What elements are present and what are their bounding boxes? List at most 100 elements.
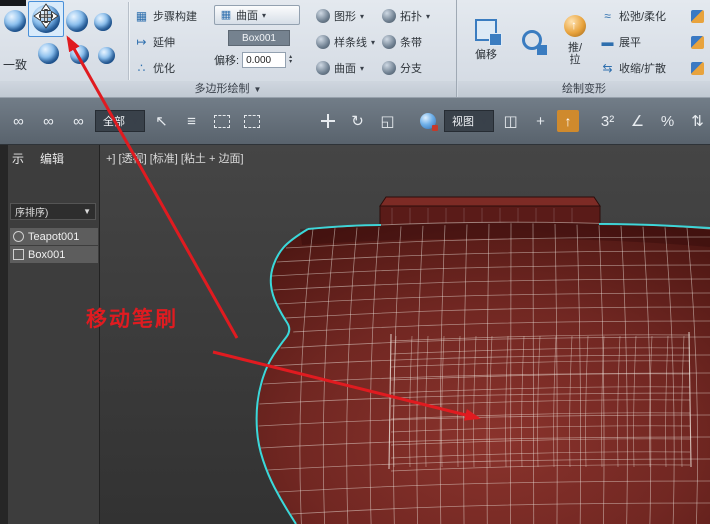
ribbon-freeform-tab: 一致 ▦ 步骤构建 ↦ 延伸 ∴ 优化 ▦ 曲面 ▾ Box001 偏移: 0.… bbox=[0, 0, 710, 98]
extend-button[interactable]: ↦ 延伸 bbox=[134, 31, 216, 53]
move-icon bbox=[320, 113, 336, 129]
teapot-object-icon bbox=[13, 231, 24, 242]
snap-toggle-3d-button[interactable]: 3² bbox=[594, 108, 621, 135]
pinch-spread-icon: ⇆ bbox=[602, 60, 613, 75]
step-build-label: 步骤构建 bbox=[153, 11, 197, 23]
paint-deform-panel: 偏移 推/ 拉 ≈ 松弛/柔化 ▬ 展平 bbox=[458, 0, 710, 97]
crossing-region-icon bbox=[243, 114, 260, 128]
surface-icon: ▦ bbox=[220, 8, 232, 21]
pinch-spread-button[interactable]: ⇆ 收缩/扩散 bbox=[600, 57, 704, 79]
topology-button[interactable]: 拓扑 ▾ bbox=[382, 5, 454, 27]
left-edge-bar bbox=[0, 145, 8, 524]
manipulate-icon bbox=[419, 113, 438, 131]
step-build-button[interactable]: ▦ 步骤构建 bbox=[134, 5, 216, 27]
conform-brush-icon[interactable] bbox=[94, 13, 112, 31]
surface-object-field[interactable]: Box001 bbox=[228, 30, 290, 46]
extend-icon: ↦ bbox=[136, 34, 147, 49]
rectangular-selection-button[interactable] bbox=[208, 108, 235, 135]
select-by-name-button[interactable]: ≡ bbox=[178, 108, 205, 135]
pivot-center-icon: ◫ bbox=[503, 113, 518, 130]
push-pull-icon bbox=[564, 14, 586, 37]
chevron-down-icon: ▾ bbox=[482, 116, 487, 126]
display-menu[interactable]: 示 bbox=[12, 150, 24, 167]
space-warp-icon: ∞ bbox=[73, 112, 84, 130]
shapes-icon bbox=[316, 9, 330, 23]
select-and-scale-button[interactable]: ◱ bbox=[374, 108, 401, 135]
angle-snap-button[interactable]: ∠ bbox=[624, 108, 651, 135]
relax-button[interactable]: ≈ 松弛/柔化 bbox=[600, 5, 704, 27]
reference-coordinate-combo[interactable]: 视图 ▾ bbox=[444, 110, 495, 132]
viewport-label[interactable]: +] [透视] [标准] [粘土 + 边面] bbox=[106, 150, 244, 166]
select-and-manipulate-button[interactable] bbox=[414, 108, 441, 135]
extend-label: 延伸 bbox=[153, 37, 175, 49]
offset-label: 偏移: bbox=[214, 55, 240, 67]
strips-button[interactable]: 条带 bbox=[382, 31, 454, 53]
spinner-snap-button[interactable]: ⇅ bbox=[684, 108, 710, 135]
optimize-button[interactable]: ∴ 优化 bbox=[134, 57, 216, 79]
selection-filter-combo[interactable]: 全部 ▾ bbox=[95, 110, 146, 132]
shapes-button[interactable]: 图形 ▾ bbox=[316, 5, 382, 27]
chevron-down-icon: ▼ bbox=[253, 85, 262, 94]
polydraw-panel-label[interactable]: 多边形绘制 ▼ bbox=[0, 81, 456, 97]
percent-snap-button[interactable]: % bbox=[654, 108, 681, 135]
conform-brush-icon[interactable] bbox=[98, 47, 115, 64]
surface-dropdown-button[interactable]: ▦ 曲面 ▾ bbox=[214, 5, 300, 25]
brush-settings-icon[interactable] bbox=[691, 9, 704, 23]
conform-button[interactable]: 一致 bbox=[3, 56, 27, 73]
flatten-button[interactable]: ▬ 展平 bbox=[600, 31, 704, 53]
conform-brush-icon[interactable] bbox=[4, 10, 26, 32]
offset-brush-label: 偏移 bbox=[475, 48, 497, 61]
sort-dropdown[interactable]: 序排序) ▼ bbox=[10, 203, 96, 220]
select-by-name-icon: ≡ bbox=[187, 112, 196, 130]
offset-value-field[interactable]: 0.000 bbox=[242, 52, 287, 68]
main-area: 示 编辑 序排序) ▼ Teapot001 Box001 +] [透视] [标准… bbox=[0, 145, 710, 524]
flatten-icon: ▬ bbox=[601, 34, 614, 49]
list-item-teapot001[interactable]: Teapot001 bbox=[10, 228, 98, 245]
link-icon: ∞ bbox=[13, 112, 24, 130]
snaps-toggle-crosshair-button[interactable]: + bbox=[527, 108, 554, 135]
rotate-icon: ↻ bbox=[351, 113, 364, 130]
select-cursor-icon: ↖ bbox=[155, 113, 168, 130]
isolate-selection-button[interactable]: ↑ bbox=[557, 110, 580, 132]
surface2-button[interactable]: 曲面 ▾ bbox=[316, 57, 382, 79]
conform-brush-selected[interactable] bbox=[28, 1, 64, 37]
surface-label: 曲面 bbox=[236, 10, 258, 22]
window-crossing-button[interactable] bbox=[238, 108, 265, 135]
scene-explorer: 示 编辑 序排序) ▼ Teapot001 Box001 bbox=[8, 145, 100, 524]
paint-deform-panel-label[interactable]: 绘制变形 bbox=[458, 81, 710, 97]
conform-brush-icon[interactable] bbox=[66, 10, 88, 32]
splines-button[interactable]: 样条线 ▾ bbox=[316, 31, 382, 53]
main-toolbar: ∞ ∞ ∞ 全部 ▾ ↖ ≡ ↻ ◱ 视图 ▾ ◫ + ↑ 3² ∠ % ⇅ bbox=[0, 98, 710, 145]
chevron-down-icon: ▼ bbox=[83, 207, 91, 216]
bind-to-space-warp-button[interactable]: ∞ bbox=[65, 108, 92, 135]
branches-icon bbox=[382, 61, 396, 75]
select-object-button[interactable]: ↖ bbox=[148, 108, 175, 135]
use-pivot-center-button[interactable]: ◫ bbox=[497, 108, 524, 135]
conform-brush-icon[interactable] bbox=[38, 43, 59, 64]
edit-menu[interactable]: 编辑 bbox=[40, 150, 64, 167]
offset-spinner[interactable]: ▴ ▾ bbox=[289, 54, 292, 65]
optimize-label: 优化 bbox=[153, 63, 175, 75]
unlink-selection-button[interactable]: ∞ bbox=[35, 108, 62, 135]
brush-settings-icon[interactable] bbox=[691, 35, 704, 49]
chevron-down-icon: ▾ bbox=[360, 63, 365, 73]
panel-groove bbox=[128, 2, 129, 80]
pull-label: 拉 bbox=[569, 53, 581, 66]
brush-settings-icon[interactable] bbox=[691, 61, 704, 75]
select-and-rotate-button[interactable]: ↻ bbox=[344, 108, 371, 135]
percent-snap-icon: % bbox=[660, 112, 675, 130]
list-item-box001[interactable]: Box001 bbox=[10, 246, 98, 263]
conform-brush-icon[interactable] bbox=[70, 45, 89, 64]
select-and-link-button[interactable]: ∞ bbox=[5, 108, 32, 135]
3dsmax-window: 一致 ▦ 步骤构建 ↦ 延伸 ∴ 优化 ▦ 曲面 ▾ Box001 偏移: 0.… bbox=[0, 0, 710, 524]
select-and-move-button[interactable] bbox=[314, 108, 341, 135]
box-object-icon bbox=[13, 249, 24, 260]
push-pull-button[interactable]: 推/ 拉 bbox=[554, 1, 596, 79]
perspective-viewport[interactable]: +] [透视] [标准] [粘土 + 边面] bbox=[100, 145, 710, 524]
offset-brush-button[interactable]: 偏移 bbox=[464, 1, 508, 79]
chevron-down-icon: ▾ bbox=[426, 11, 431, 21]
up-arrow-icon: ↑ bbox=[564, 113, 572, 129]
model-canvas[interactable] bbox=[100, 145, 710, 524]
paint-options-button[interactable] bbox=[512, 1, 552, 79]
branches-button[interactable]: 分支 bbox=[382, 57, 454, 79]
